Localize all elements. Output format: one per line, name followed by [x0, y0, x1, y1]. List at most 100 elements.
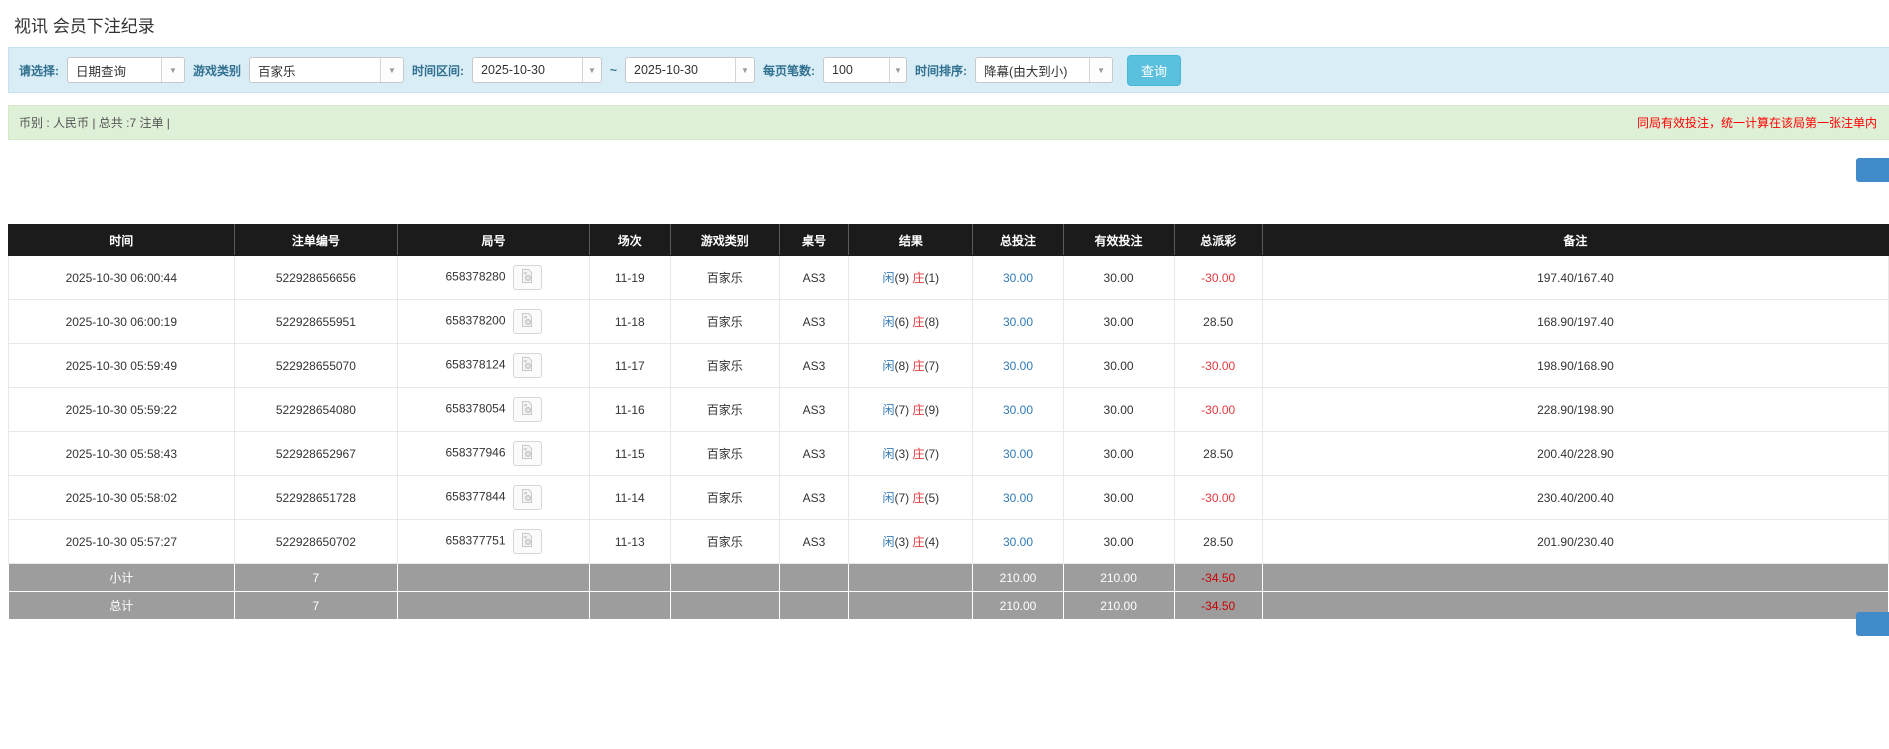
round-id-cell: 658377751	[397, 519, 590, 564]
result-banker-label: 庄	[912, 491, 925, 505]
total-bet-link[interactable]: 30.00	[1003, 447, 1033, 461]
time-cell: 2025-10-30 06:00:19	[8, 299, 235, 344]
remark-cell: 201.90/230.40	[1261, 519, 1889, 564]
round-id-cell: 658378124	[397, 343, 590, 388]
payout-value: -30.00	[1201, 270, 1236, 285]
total-bet-cell: 30.00	[972, 475, 1064, 520]
bet-id-cell: 522928655070	[233, 343, 399, 388]
total-bet-link[interactable]: 30.00	[1003, 491, 1033, 505]
table-row: 2025-10-30 06:00:19 522928655951 658378200…	[8, 299, 1889, 344]
payout-cell: -30.00	[1173, 387, 1263, 432]
column-header: 备注	[1261, 224, 1889, 256]
total-bet-link[interactable]: 30.00	[1003, 359, 1033, 373]
video-file-icon	[519, 356, 535, 375]
total-bet-link[interactable]: 30.00	[1003, 535, 1033, 549]
total-bet-cell: 30.00	[972, 255, 1064, 300]
round-id: 658377751	[445, 533, 506, 548]
summary-payout-cell: -34.50	[1173, 591, 1263, 620]
video-replay-button[interactable]	[512, 397, 542, 422]
summary-label-cell: 小计	[8, 563, 235, 592]
chevron-down-icon: ▼	[380, 58, 404, 82]
video-replay-button[interactable]	[512, 529, 542, 554]
result-player-score: (6)	[894, 315, 910, 329]
total-bet-link[interactable]: 30.00	[1003, 403, 1033, 417]
empty-cell	[397, 563, 590, 592]
result-player-label: 闲	[882, 403, 895, 417]
table-no-cell: AS3	[778, 431, 850, 476]
result-player-score: (9)	[894, 271, 910, 285]
empty-cell	[1261, 563, 1889, 592]
cutoff-action-button-top[interactable]	[1856, 158, 1889, 182]
table-row: 2025-10-30 05:59:22 522928654080 658378054…	[8, 387, 1889, 432]
valid-bet-cell: 30.00	[1062, 475, 1175, 520]
chevron-down-icon: ▼	[1089, 58, 1113, 82]
session-cell: 11-15	[588, 431, 671, 476]
video-replay-button[interactable]	[512, 309, 542, 334]
session-cell: 11-17	[588, 343, 671, 388]
date-from-input[interactable]	[473, 58, 582, 82]
video-replay-button[interactable]	[512, 441, 542, 466]
result-cell: 闲(3) 庄(7)	[848, 431, 974, 476]
summary-label-cell: 总计	[8, 591, 235, 620]
cutoff-action-button-bottom[interactable]	[1856, 612, 1889, 636]
session-cell: 11-14	[588, 475, 671, 520]
date-from-field[interactable]: ▼	[472, 57, 603, 83]
remark-cell: 230.40/200.40	[1261, 475, 1889, 520]
game-type-cell: 百家乐	[669, 431, 780, 476]
table-no-cell: AS3	[778, 299, 850, 344]
game-type-cell: 百家乐	[669, 519, 780, 564]
table-body: 2025-10-30 06:00:44 522928656656 658378280…	[8, 255, 1889, 620]
query-mode-select[interactable]: 日期查询 ▼	[67, 57, 185, 83]
game-type-cell: 百家乐	[669, 387, 780, 432]
remark-cell: 198.90/168.90	[1261, 343, 1889, 388]
empty-cell	[1261, 591, 1889, 620]
round-id: 658378124	[445, 357, 506, 372]
table-no-cell: AS3	[778, 475, 850, 520]
game-type-select[interactable]: 百家乐 ▼	[249, 57, 405, 83]
page-title: 视讯 会员下注纪录	[14, 17, 155, 36]
currency-total-text: 币别 : 人民币 | 总共 :7 注单 |	[19, 116, 170, 130]
empty-cell	[397, 591, 590, 620]
video-file-icon	[519, 488, 535, 507]
valid-bet-cell: 30.00	[1062, 431, 1175, 476]
result-banker-score: (7)	[924, 359, 940, 373]
page-size-select[interactable]: ▼	[823, 57, 908, 83]
chevron-down-icon: ▼	[161, 58, 184, 82]
total-bet-link[interactable]: 30.00	[1003, 271, 1033, 285]
sort-order-label: 时间排序:	[915, 63, 968, 78]
column-header: 场次	[588, 224, 671, 256]
result-banker-label: 庄	[912, 403, 925, 417]
video-replay-button[interactable]	[512, 485, 542, 510]
column-header: 有效投注	[1062, 224, 1175, 256]
bet-id-cell: 522928655951	[233, 299, 399, 344]
result-cell: 闲(9) 庄(1)	[848, 255, 974, 300]
total-bet-cell: 30.00	[972, 387, 1064, 432]
time-cell: 2025-10-30 05:59:22	[8, 387, 235, 432]
sort-order-select[interactable]: 降幕(由大到小) ▼	[975, 57, 1114, 83]
date-to-field[interactable]: ▼	[625, 57, 756, 83]
result-cell: 闲(7) 庄(9)	[848, 387, 974, 432]
search-button[interactable]: 查询	[1127, 54, 1182, 86]
remark-cell: 200.40/228.90	[1261, 431, 1889, 476]
column-header: 结果	[848, 224, 974, 256]
table-row: 2025-10-30 05:57:27 522928650702 658377751…	[8, 519, 1889, 564]
column-header: 时间	[8, 224, 235, 256]
game-type-label: 游戏类别	[193, 63, 242, 78]
round-id-cell: 658378280	[397, 255, 590, 300]
page-size-input[interactable]	[824, 58, 889, 82]
video-replay-button[interactable]	[512, 353, 542, 378]
bet-id-cell: 522928652967	[233, 431, 399, 476]
total-bet-link[interactable]: 30.00	[1003, 315, 1033, 329]
result-player-label: 闲	[882, 271, 895, 285]
valid-bet-cell: 30.00	[1062, 255, 1175, 300]
chevron-down-icon: ▼	[734, 58, 755, 82]
session-cell: 11-19	[588, 255, 671, 300]
filter-bar: 请选择: 日期查询 ▼ 游戏类别 百家乐 ▼ 时间区间: ▼ ~ ▼ 每页笔数:…	[8, 47, 1889, 93]
video-replay-button[interactable]	[512, 265, 542, 290]
payout-value: 28.50	[1203, 314, 1234, 329]
time-cell: 2025-10-30 05:58:43	[8, 431, 235, 476]
result-cell: 闲(8) 庄(7)	[848, 343, 974, 388]
date-to-input[interactable]	[626, 58, 735, 82]
valid-bet-cell: 30.00	[1062, 519, 1175, 564]
sort-order-value: 降幕(由大到小)	[984, 64, 1068, 79]
